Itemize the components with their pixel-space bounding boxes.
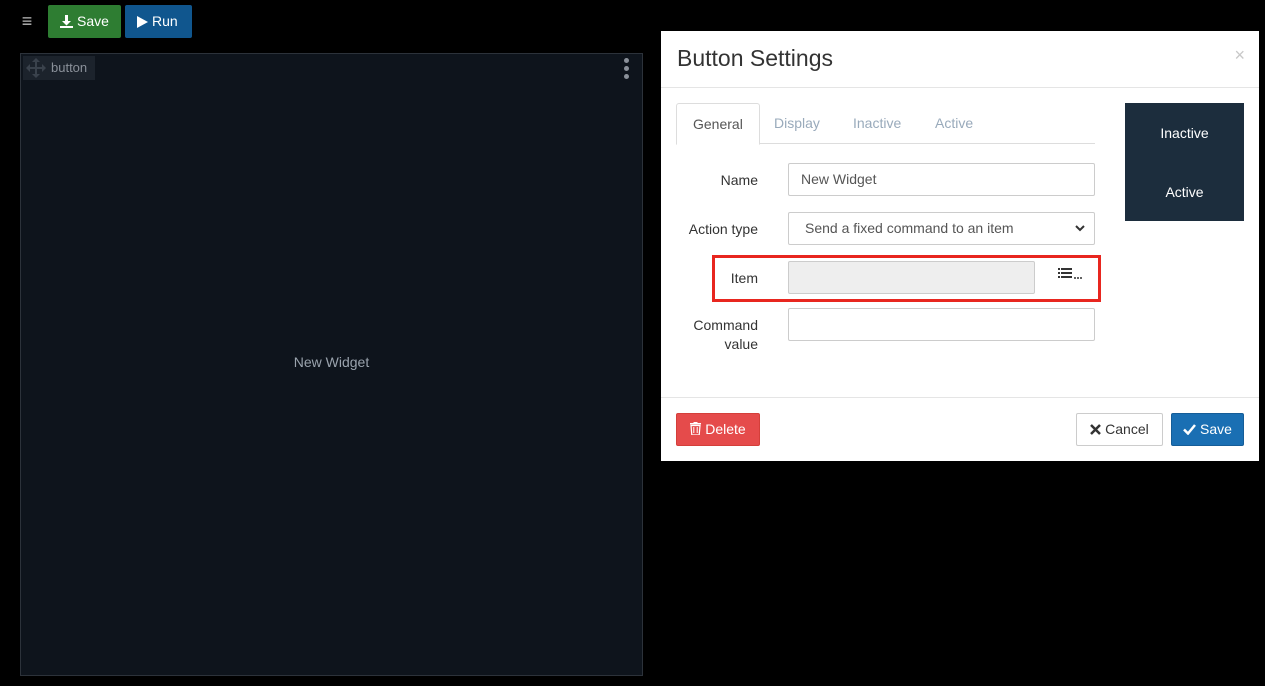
name-label: Name — [720, 172, 758, 188]
cancel-label: Cancel — [1105, 421, 1149, 437]
item-highlight-box — [712, 255, 1101, 302]
modal-title: Button Settings — [677, 45, 833, 71]
preview-inactive: Inactive — [1160, 125, 1209, 141]
command-value-field[interactable] — [788, 308, 1095, 341]
tab-inactive[interactable]: Inactive — [837, 103, 917, 144]
tab-active[interactable]: Active — [919, 103, 989, 144]
hamburger-menu-icon[interactable]: ≡ — [18, 11, 36, 31]
action-type-select[interactable]: Send a fixed command to an item — [788, 212, 1095, 245]
x-icon — [1090, 424, 1102, 435]
toolbar-save-label: Save — [77, 13, 109, 29]
settings-tabs: General Display Inactive Active — [676, 103, 1095, 145]
trash-icon — [690, 422, 702, 436]
preview-active: Active — [1165, 184, 1204, 200]
save-button[interactable]: Save — [1171, 413, 1244, 446]
tab-general[interactable]: General — [676, 103, 760, 145]
chevron-down-icon — [1074, 213, 1086, 256]
check-icon — [1183, 424, 1197, 436]
name-field[interactable]: New Widget — [788, 163, 1095, 196]
command-label-line1: Command — [693, 317, 758, 333]
command-value-label: Command value — [662, 316, 758, 354]
download-icon — [60, 15, 73, 28]
move-icon — [26, 58, 46, 78]
widget-canvas[interactable]: button New Widget — [20, 53, 643, 676]
tab-display[interactable]: Display — [758, 103, 836, 144]
toolbar: ≡ Save Run — [0, 0, 660, 42]
command-label-line2: value — [724, 336, 758, 352]
header-divider — [661, 87, 1259, 88]
widget-type-label: button — [51, 60, 88, 75]
action-type-label: Action type — [688, 221, 758, 237]
widget-label: New Widget — [293, 354, 370, 370]
cancel-button[interactable]: Cancel — [1076, 413, 1163, 446]
widget-menu-icon[interactable] — [624, 58, 630, 80]
footer-divider — [661, 397, 1259, 398]
button-settings-modal: Button Settings × General Display Inacti… — [661, 31, 1259, 461]
delete-label: Delete — [705, 421, 746, 437]
toolbar-run-button[interactable]: Run — [125, 5, 192, 38]
play-icon — [137, 16, 148, 28]
toolbar-run-label: Run — [152, 13, 178, 29]
toolbar-save-button[interactable]: Save — [48, 5, 121, 38]
save-label: Save — [1199, 421, 1232, 437]
close-icon[interactable]: × — [1234, 45, 1245, 66]
button-preview: Inactive Active — [1125, 103, 1244, 221]
delete-button[interactable]: Delete — [676, 413, 760, 446]
action-type-value: Send a fixed command to an item — [805, 220, 1014, 236]
widget-drag-handle[interactable]: button — [23, 56, 95, 80]
